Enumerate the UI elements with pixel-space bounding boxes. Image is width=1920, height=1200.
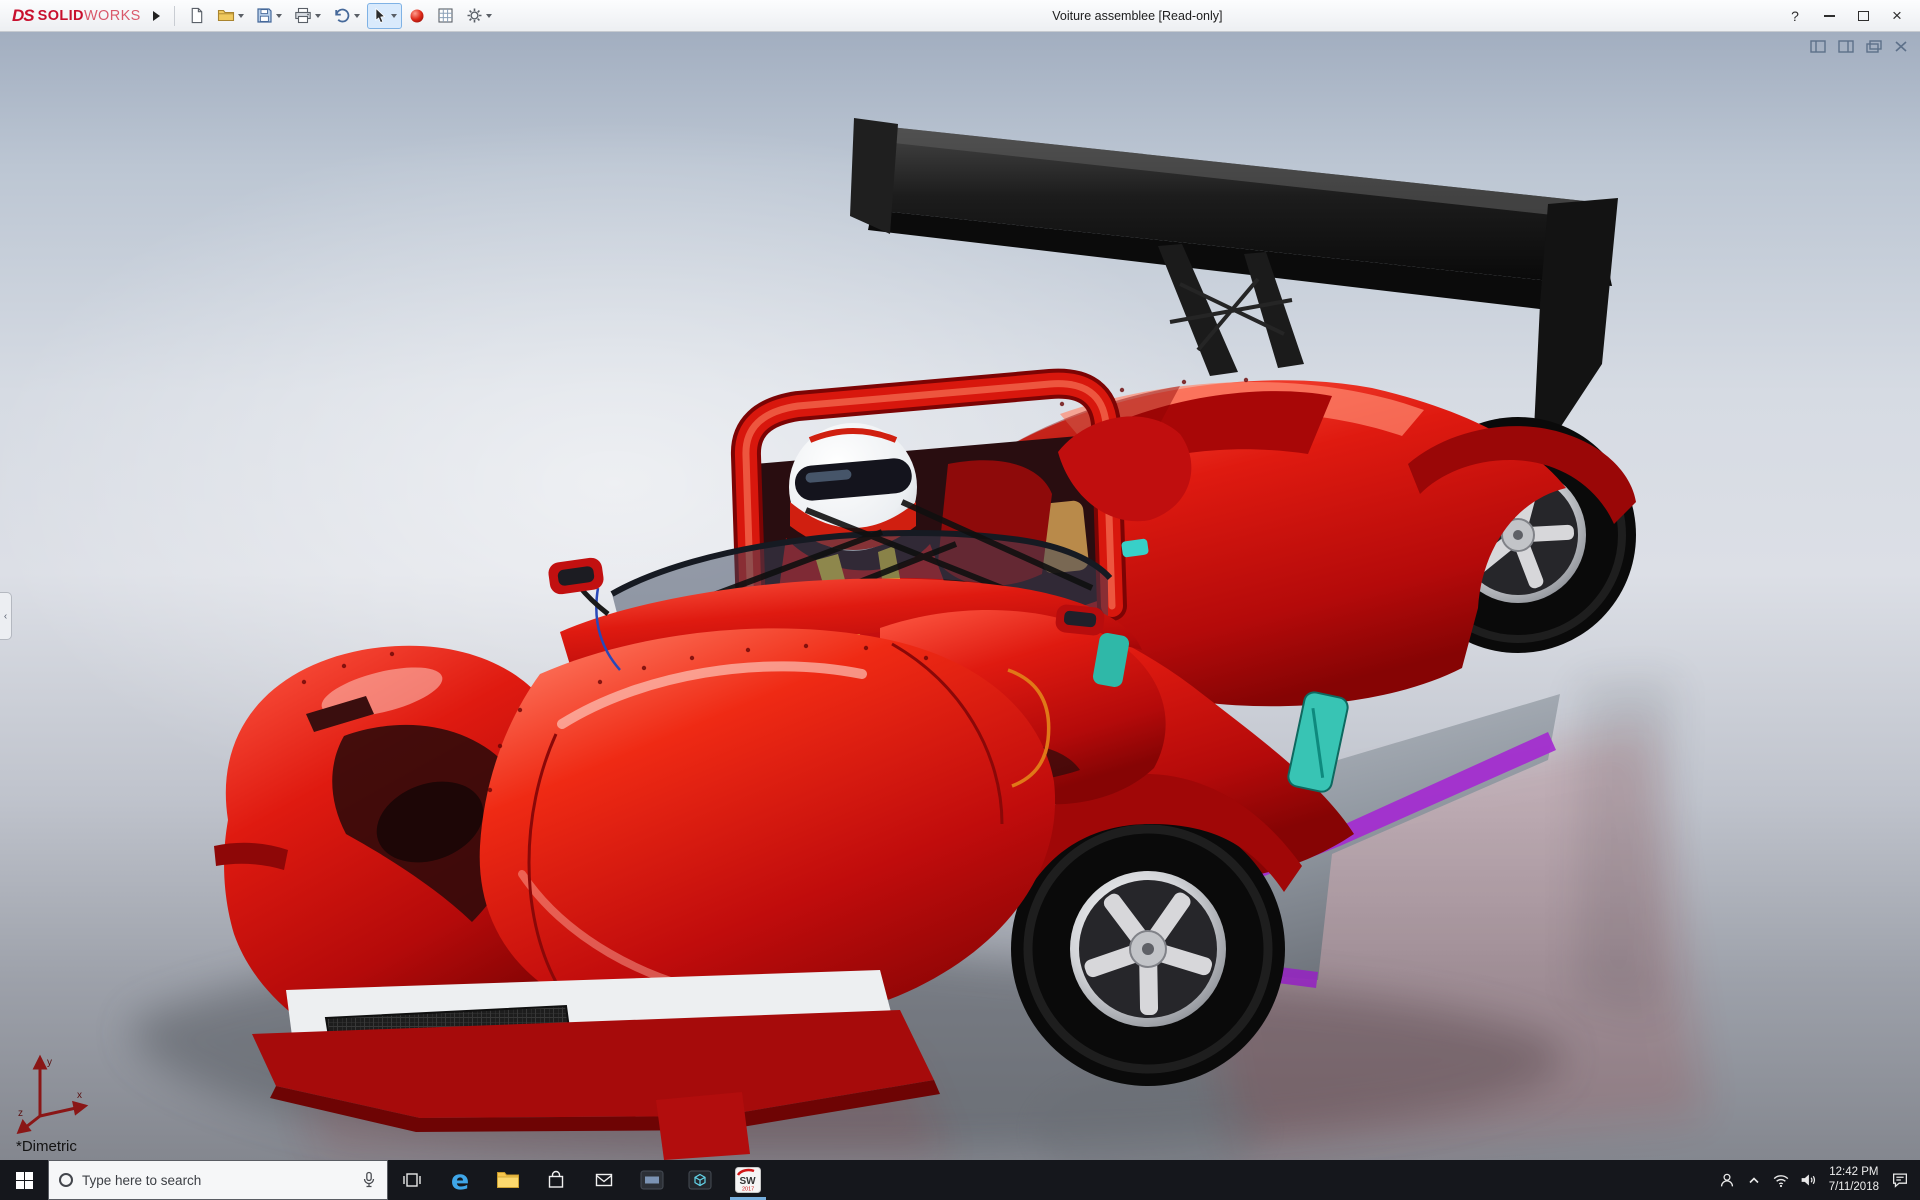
graphics-area[interactable]: ‹ y x z *Dimetric xyxy=(0,32,1920,1160)
open-folder-icon xyxy=(217,9,234,22)
clock-time: 12:42 PM xyxy=(1829,1166,1879,1179)
appearance-sphere-icon xyxy=(410,9,424,22)
appearance-button[interactable] xyxy=(404,3,430,29)
maximize-icon xyxy=(1857,10,1869,21)
envelope-icon xyxy=(595,1173,613,1187)
network-icon[interactable] xyxy=(1768,1160,1795,1200)
dropdown-caret-icon xyxy=(314,13,321,18)
sw-badge-text: SW xyxy=(740,1176,757,1187)
window-controls: ? × xyxy=(1778,3,1914,29)
restore-document-icon[interactable] xyxy=(1866,40,1882,53)
triad-z-label: z xyxy=(18,1108,23,1119)
dock-pane-right-icon[interactable] xyxy=(1838,40,1854,53)
close-button[interactable]: × xyxy=(1880,3,1914,29)
people-icon[interactable] xyxy=(1714,1160,1741,1200)
triad-x-label: x xyxy=(77,1090,82,1101)
windows-taskbar: e SW2017 xyxy=(0,1160,1920,1200)
3d-viewer-button[interactable] xyxy=(676,1160,724,1200)
gear-icon xyxy=(467,8,482,23)
cursor-arrow-icon xyxy=(375,7,385,23)
minimize-button[interactable] xyxy=(1812,3,1846,29)
folder-icon xyxy=(497,1172,519,1188)
solidworks-app-icon: SW2017 xyxy=(735,1167,761,1193)
system-clock[interactable]: 12:42 PM 7/11/2018 xyxy=(1822,1165,1886,1195)
title-bar: DS SOLIDWORKS Voiture assemblee [Read-on… xyxy=(0,0,1920,32)
open-button[interactable] xyxy=(212,3,249,29)
chevron-left-icon: ‹ xyxy=(3,610,8,622)
triad-y-label: y xyxy=(47,1057,52,1068)
clock-date: 7/11/2018 xyxy=(1828,1181,1879,1193)
save-button[interactable] xyxy=(251,3,287,29)
document-window-controls xyxy=(1810,40,1908,53)
new-document-icon xyxy=(191,7,202,24)
save-floppy-icon xyxy=(257,8,272,23)
edge-icon: e xyxy=(450,1164,470,1196)
sw-badge-year: 2017 xyxy=(742,1187,754,1193)
orientation-triad: y x z xyxy=(16,1054,89,1134)
file-explorer-button[interactable] xyxy=(484,1160,532,1200)
logo-text: SOLIDWORKS xyxy=(38,7,141,25)
maximize-button[interactable] xyxy=(1846,3,1880,29)
new-document-button[interactable] xyxy=(183,3,210,29)
shopping-bag-icon xyxy=(548,1170,564,1188)
view-orientation-label: *Dimetric xyxy=(16,1138,77,1155)
taskbar-app-icons: e SW 2017 xyxy=(388,1160,772,1200)
quick-access-toolbar xyxy=(183,2,497,29)
evaluate-button[interactable] xyxy=(432,3,459,29)
edge-button[interactable]: e xyxy=(436,1160,484,1200)
table-grid-icon xyxy=(438,8,453,23)
chevron-up-icon[interactable] xyxy=(1741,1160,1768,1200)
media-app-button[interactable] xyxy=(628,1160,676,1200)
dropdown-caret-icon xyxy=(390,13,397,18)
feature-tree-collapse-tab[interactable]: ‹ xyxy=(0,592,12,640)
solidworks-window: DS SOLIDWORKS Voiture assemblee [Read-on… xyxy=(0,0,1920,1200)
taskbar-search-box[interactable] xyxy=(48,1160,388,1200)
dropdown-caret-icon xyxy=(485,13,492,18)
help-button[interactable]: ? xyxy=(1778,3,1812,29)
task-view-button[interactable] xyxy=(388,1160,436,1200)
action-center-icon[interactable] xyxy=(1886,1160,1913,1200)
options-button[interactable] xyxy=(461,3,497,29)
triangle-right-icon xyxy=(153,10,161,21)
model-canvas[interactable] xyxy=(0,32,1920,1160)
logo-text-works: WORKS xyxy=(83,7,141,24)
undo-button[interactable] xyxy=(328,3,365,29)
microphone-icon[interactable] xyxy=(361,1171,377,1189)
select-tool-button[interactable] xyxy=(366,2,402,29)
system-tray: 12:42 PM 7/11/2018 xyxy=(1714,1160,1920,1200)
dropdown-caret-icon xyxy=(275,13,282,18)
solidworks-taskbar-button[interactable]: SW 2017 xyxy=(724,1160,772,1200)
dropdown-caret-icon xyxy=(237,13,244,18)
printer-icon xyxy=(294,7,311,24)
menu-expand-arrow[interactable] xyxy=(148,4,166,28)
mail-button[interactable] xyxy=(580,1160,628,1200)
dropdown-caret-icon xyxy=(353,13,360,18)
search-input[interactable] xyxy=(82,1172,352,1188)
volume-icon[interactable] xyxy=(1795,1160,1822,1200)
store-button[interactable] xyxy=(532,1160,580,1200)
minimize-icon xyxy=(1823,14,1835,17)
undo-arrow-icon xyxy=(335,8,350,23)
close-document-icon[interactable] xyxy=(1894,40,1908,53)
windows-logo-icon xyxy=(15,1171,33,1189)
start-button[interactable] xyxy=(0,1160,48,1200)
task-view-icon xyxy=(403,1173,421,1187)
print-button[interactable] xyxy=(289,3,326,29)
dock-pane-left-icon[interactable] xyxy=(1810,40,1826,53)
logo-text-solid: SOLID xyxy=(37,7,84,24)
solidworks-logo: DS SOLIDWORKS xyxy=(6,6,145,26)
document-title: Voiture assemblee [Read-only] xyxy=(1052,8,1223,23)
cube-app-icon xyxy=(688,1170,712,1190)
ds-logo-mark: DS xyxy=(12,5,35,25)
search-icon xyxy=(59,1173,73,1187)
dark-window-app-icon xyxy=(640,1170,664,1190)
toolbar-separator xyxy=(173,5,175,26)
taskbar-spacer xyxy=(772,1160,1714,1200)
